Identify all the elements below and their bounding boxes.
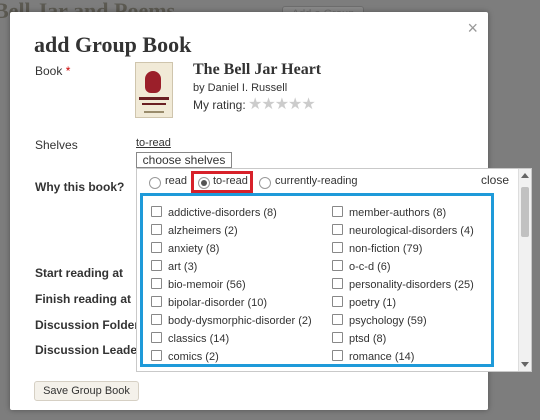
checkbox-icon[interactable] [151, 242, 162, 253]
checkbox-icon[interactable] [332, 350, 343, 361]
radio-currently-reading[interactable] [259, 177, 271, 189]
shelf-checkbox-item[interactable]: bipolar-disorder (10) [151, 296, 267, 309]
checkbox-icon[interactable] [332, 242, 343, 253]
shelf-link-to-read[interactable]: to-read [136, 137, 171, 149]
book-label: Book * [35, 64, 71, 78]
checkbox-icon[interactable] [332, 314, 343, 325]
checkbox-icon[interactable] [151, 332, 162, 343]
shelf-checkbox-list: addictive-disorders (8) alzheimers (2) a… [140, 193, 494, 367]
checkbox-icon[interactable] [151, 296, 162, 307]
shelf-checkbox-item[interactable]: poetry (1) [332, 296, 396, 309]
discussion-leader-label: Discussion Leader [35, 343, 142, 357]
shelf-checkbox-item[interactable]: addictive-disorders (8) [151, 206, 277, 219]
checkbox-icon[interactable] [332, 332, 343, 343]
shelf-checkbox-item[interactable]: romance (14) [332, 350, 414, 363]
radio-read-label: read [165, 175, 188, 187]
exclusive-shelf-radios: read to-read currently-reading [137, 169, 517, 193]
shelves-label: Shelves [35, 138, 78, 152]
shelf-checkbox-item[interactable]: alzheimers (2) [151, 224, 238, 237]
shelf-checkbox-item[interactable]: body-dysmorphic-disorder (2) [151, 314, 312, 327]
my-rating-label: My rating: [193, 98, 246, 112]
radio-read[interactable] [149, 177, 161, 189]
scrollbar-thumb[interactable] [521, 187, 529, 237]
scroll-down-icon[interactable] [521, 362, 529, 367]
finish-reading-label: Finish reading at [35, 292, 132, 306]
shelf-chooser-popup: read to-read currently-reading close add… [136, 168, 532, 372]
save-group-book-button[interactable]: Save Group Book [34, 381, 139, 401]
checkbox-icon[interactable] [332, 260, 343, 271]
book-title: The Bell Jar Heart [193, 61, 322, 78]
checkbox-icon[interactable] [332, 224, 343, 235]
start-reading-label: Start reading at [35, 266, 124, 280]
discussion-folder-label: Discussion Folder [35, 318, 140, 332]
popup-scrollbar[interactable] [518, 169, 531, 371]
shelf-checkbox-item[interactable]: classics (14) [151, 332, 229, 345]
shelf-checkbox-item[interactable]: neurological-disorders (4) [332, 224, 474, 237]
book-cover-image [135, 62, 173, 118]
shelf-checkbox-item[interactable]: member-authors (8) [332, 206, 446, 219]
choose-shelves-button[interactable]: choose shelves [136, 152, 232, 168]
close-link[interactable]: close [481, 173, 509, 187]
checkbox-icon[interactable] [332, 278, 343, 289]
checkbox-icon[interactable] [151, 350, 162, 361]
close-icon[interactable]: × [467, 18, 478, 39]
book-author: by Daniel I. Russell [193, 82, 288, 94]
shelf-checkbox-item[interactable]: non-fiction (79) [332, 242, 422, 255]
checkbox-icon[interactable] [332, 296, 343, 307]
shelf-checkbox-item[interactable]: ptsd (8) [332, 332, 386, 345]
star-rating-icon[interactable]: ★★★★★ [248, 94, 316, 114]
checkbox-icon[interactable] [151, 206, 162, 217]
checkbox-icon[interactable] [151, 278, 162, 289]
checkbox-icon[interactable] [151, 314, 162, 325]
to-read-highlight-box [191, 171, 253, 193]
shelf-checkbox-item[interactable]: anxiety (8) [151, 242, 219, 255]
checkbox-icon[interactable] [332, 206, 343, 217]
shelf-checkbox-item[interactable]: art (3) [151, 260, 197, 273]
shelf-checkbox-item[interactable]: o-c-d (6) [332, 260, 391, 273]
radio-currently-reading-label: currently-reading [275, 175, 358, 187]
shelf-checkbox-item[interactable]: personality-disorders (25) [332, 278, 474, 291]
dialog-title: add Group Book [34, 32, 192, 57]
checkbox-icon[interactable] [151, 260, 162, 271]
scroll-up-icon[interactable] [521, 173, 529, 178]
checkbox-icon[interactable] [151, 224, 162, 235]
why-this-book-label: Why this book? [35, 180, 125, 194]
shelf-checkbox-item[interactable]: psychology (59) [332, 314, 427, 327]
shelf-checkbox-item[interactable]: bio-memoir (56) [151, 278, 246, 291]
shelf-checkbox-item[interactable]: comics (2) [151, 350, 219, 363]
